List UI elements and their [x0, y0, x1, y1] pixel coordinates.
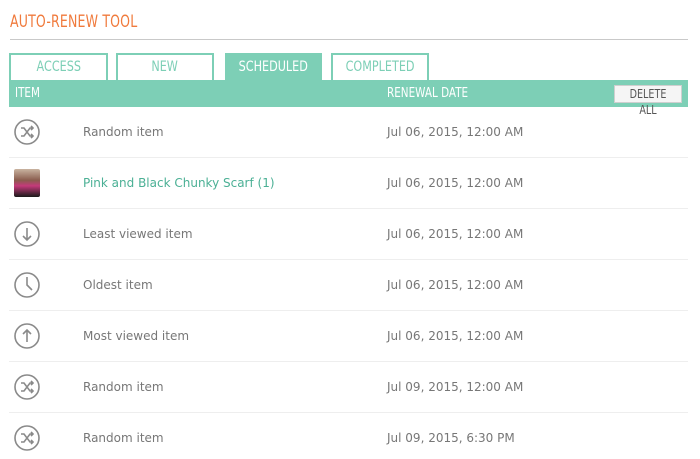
item-name: Most viewed item [83, 329, 190, 343]
item-name: Random item [83, 125, 164, 139]
shuffle-icon [14, 119, 40, 145]
tab-scheduled[interactable]: SCHEDULED [225, 53, 322, 80]
tab-scheduled-label: SCHEDULED [238, 59, 309, 75]
arrow-down-icon [14, 221, 40, 247]
item-name: Least viewed item [83, 227, 193, 241]
clock-icon [14, 272, 40, 298]
delete-all-button[interactable]: DELETE ALL [614, 85, 682, 117]
table-row: Random item Jul 09, 2015, 12:00 AM [9, 362, 688, 413]
table-row: Most viewed item Jul 06, 2015, 12:00 AM [9, 311, 688, 362]
item-name: Random item [83, 380, 164, 394]
column-header-item: ITEM [15, 86, 40, 101]
scheduled-list: Random item Jul 06, 2015, 12:00 AM Pink … [9, 107, 688, 459]
renewal-date: Jul 06, 2015, 12:00 AM [387, 227, 524, 241]
title-divider [10, 39, 688, 40]
page-title: AUTO-RENEW TOOL [10, 12, 138, 32]
tab-completed[interactable]: COMPLETED [331, 53, 429, 80]
table-row: Random item Jul 09, 2015, 6:30 PM [9, 413, 688, 459]
table-row: Least viewed item Jul 06, 2015, 12:00 AM [9, 209, 688, 260]
table-row: Random item Jul 06, 2015, 12:00 AM [9, 107, 688, 158]
renewal-date: Jul 09, 2015, 12:00 AM [387, 380, 524, 394]
tab-new[interactable]: NEW [116, 53, 214, 80]
renewal-date: Jul 09, 2015, 6:30 PM [387, 431, 515, 445]
table-row: Pink and Black Chunky Scarf (1) Jul 06, … [9, 158, 688, 209]
renewal-date: Jul 06, 2015, 12:00 AM [387, 125, 524, 139]
renewal-date: Jul 06, 2015, 12:00 AM [387, 176, 524, 190]
arrow-up-icon [14, 323, 40, 349]
column-header-renewal-date: RENEWAL DATE [387, 86, 469, 101]
tab-access[interactable]: ACCESS [9, 53, 108, 80]
item-name: Random item [83, 431, 164, 445]
shuffle-icon [14, 425, 40, 451]
tab-completed-label: COMPLETED [345, 59, 415, 75]
shuffle-icon [14, 374, 40, 400]
item-link[interactable]: Pink and Black Chunky Scarf (1) [83, 158, 275, 209]
renewal-date: Jul 06, 2015, 12:00 AM [387, 329, 524, 343]
scarf-thumbnail[interactable] [14, 169, 40, 197]
tab-new-label: NEW [151, 59, 179, 75]
table-header: ITEM RENEWAL DATE DELETE ALL [9, 80, 688, 117]
table-row: Oldest item Jul 06, 2015, 12:00 AM [9, 260, 688, 311]
item-name: Oldest item [83, 278, 153, 292]
renewal-date: Jul 06, 2015, 12:00 AM [387, 278, 524, 292]
tab-access-label: ACCESS [36, 59, 81, 75]
